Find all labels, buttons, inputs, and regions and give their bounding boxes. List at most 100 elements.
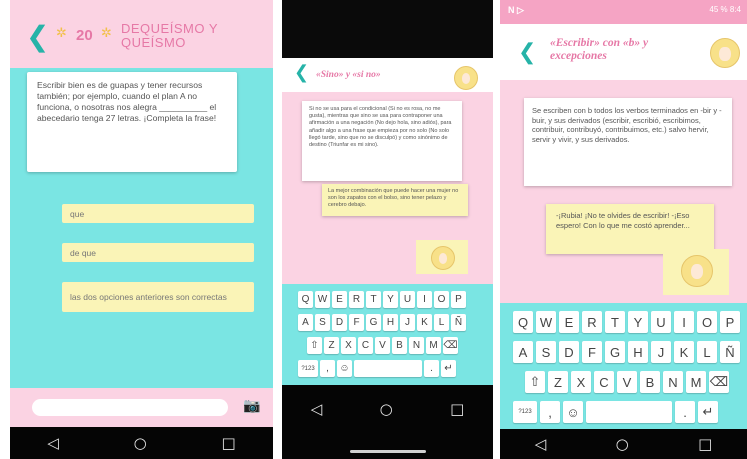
keyboard-key[interactable]: ↵ (441, 360, 456, 377)
quiz-screen: ❮ ✲ 20 ✲ DEQUEÍSMO Y QUEÍSMO Escribir bi… (10, 0, 273, 459)
avatar (710, 38, 740, 68)
keyboard-key[interactable]: ⌫ (443, 337, 458, 354)
keyboard-key[interactable]: C (594, 371, 614, 393)
keyboard-key[interactable]: X (571, 371, 591, 393)
keyboard-key[interactable]: E (332, 291, 347, 308)
keyboard-key[interactable]: G (605, 341, 625, 363)
answer-option[interactable]: que (62, 204, 254, 223)
keyboard-key[interactable]: P (451, 291, 466, 308)
keyboard-key[interactable]: ⇧ (307, 337, 322, 354)
keyboard-key[interactable]: Q (298, 291, 313, 308)
keyboard-key[interactable]: N (663, 371, 683, 393)
keyboard-key[interactable]: A (298, 314, 313, 331)
keyboard-key[interactable]: J (400, 314, 415, 331)
keyboard-key[interactable]: A (513, 341, 533, 363)
keyboard-key[interactable]: , (540, 401, 560, 423)
nav-home-icon[interactable]: ○ (380, 400, 393, 418)
keyboard-key[interactable] (586, 401, 672, 423)
keyboard-key[interactable]: V (617, 371, 637, 393)
keyboard-key[interactable]: ⌫ (709, 371, 729, 393)
score-count: 20 (76, 27, 93, 44)
keyboard-key[interactable]: B (640, 371, 660, 393)
keyboard-key[interactable]: D (559, 341, 579, 363)
nav-recent-icon[interactable]: □ (221, 434, 235, 452)
keyboard-key[interactable] (354, 360, 422, 377)
keyboard-key[interactable]: ☺ (337, 360, 352, 377)
keyboard-key[interactable]: S (536, 341, 556, 363)
camera-icon[interactable]: 📷 (243, 398, 260, 414)
lesson-title: «Escribir» con «b» y excepciones (550, 37, 649, 62)
status-right: 45 % 8:4 (709, 5, 741, 14)
character-image (663, 249, 729, 295)
keyboard-key[interactable]: ⇧ (525, 371, 545, 393)
keyboard-key[interactable]: O (434, 291, 449, 308)
character-image (416, 240, 468, 274)
keyboard-key[interactable]: K (674, 341, 694, 363)
keyboard-key[interactable]: W (315, 291, 330, 308)
keyboard-key[interactable]: Q (513, 311, 533, 333)
keyboard-key[interactable]: G (366, 314, 381, 331)
keyboard-key[interactable]: . (675, 401, 695, 423)
nav-back-icon[interactable]: ◁ (535, 435, 547, 453)
home-indicator[interactable] (350, 450, 426, 453)
keyboard-key[interactable]: ↵ (698, 401, 718, 423)
explanation-bubble: Si no se usa para el condicional (Si no … (302, 101, 462, 181)
back-arrow-icon[interactable]: ❮ (26, 20, 49, 53)
answer-option[interactable]: las dos opciones anteriores son correcta… (62, 282, 254, 312)
keyboard-key[interactable]: Z (324, 337, 339, 354)
keyboard-key[interactable]: H (383, 314, 398, 331)
nav-back-icon[interactable]: ◁ (311, 400, 323, 418)
keyboard-key[interactable]: M (686, 371, 706, 393)
keyboard-key[interactable]: I (674, 311, 694, 333)
keyboard: QWERTYUIOP ASDFGHJKLÑ ⇧ Z X C V B N M ⌫ ?123, ☺ .… (282, 284, 493, 385)
keyboard-key[interactable]: N (409, 337, 424, 354)
answer-option[interactable]: de que (62, 243, 254, 262)
keyboard-key[interactable]: F (349, 314, 364, 331)
keyboard-key[interactable]: S (315, 314, 330, 331)
nav-home-icon[interactable]: ○ (134, 434, 147, 452)
keyboard-key[interactable]: Z (548, 371, 568, 393)
keyboard-key[interactable]: Y (628, 311, 648, 333)
keyboard-key[interactable]: F (582, 341, 602, 363)
keyboard-key[interactable]: I (417, 291, 432, 308)
keyboard-key[interactable]: ?123 (298, 360, 318, 377)
keyboard-key[interactable]: W (536, 311, 556, 333)
keyboard-key[interactable]: ☺ (563, 401, 583, 423)
keyboard-key[interactable]: J (651, 341, 671, 363)
keyboard-key[interactable]: Y (383, 291, 398, 308)
quiz-title: DEQUEÍSMO Y QUEÍSMO (121, 21, 218, 50)
lesson-screen-sino: ❮ «Sino» y «si no» Si no se usa para el … (282, 0, 493, 459)
keyboard-key[interactable]: M (426, 337, 441, 354)
keyboard-key[interactable]: X (341, 337, 356, 354)
keyboard-key[interactable]: T (605, 311, 625, 333)
keyboard-key[interactable]: U (400, 291, 415, 308)
keyboard-key[interactable]: P (720, 311, 740, 333)
keyboard-key[interactable]: U (651, 311, 671, 333)
keyboard-key[interactable]: T (366, 291, 381, 308)
keyboard-key[interactable]: L (697, 341, 717, 363)
nav-recent-icon[interactable]: □ (450, 400, 464, 418)
nav-recent-icon[interactable]: □ (698, 435, 712, 453)
keyboard-key[interactable]: D (332, 314, 347, 331)
keyboard-key[interactable]: O (697, 311, 717, 333)
keyboard-key[interactable]: H (628, 341, 648, 363)
nav-back-icon[interactable]: ◁ (47, 434, 59, 452)
keyboard-key[interactable]: E (559, 311, 579, 333)
keyboard-key[interactable]: V (375, 337, 390, 354)
question-bubble: Escribir bien es de guapas y tener recur… (27, 72, 237, 172)
back-arrow-icon[interactable]: ❮ (294, 62, 309, 83)
keyboard-key[interactable]: Ñ (720, 341, 740, 363)
keyboard-key[interactable]: K (417, 314, 432, 331)
keyboard-key[interactable]: C (358, 337, 373, 354)
keyboard-key[interactable]: , (320, 360, 335, 377)
nav-home-icon[interactable]: ○ (616, 435, 629, 453)
back-arrow-icon[interactable]: ❮ (518, 40, 536, 65)
keyboard-key[interactable]: B (392, 337, 407, 354)
keyboard-key[interactable]: ?123 (513, 401, 537, 423)
keyboard-key[interactable]: L (434, 314, 449, 331)
message-input[interactable] (32, 399, 228, 416)
keyboard-key[interactable]: Ñ (451, 314, 466, 331)
keyboard-key[interactable]: R (349, 291, 364, 308)
keyboard-key[interactable]: . (424, 360, 439, 377)
keyboard-key[interactable]: R (582, 311, 602, 333)
